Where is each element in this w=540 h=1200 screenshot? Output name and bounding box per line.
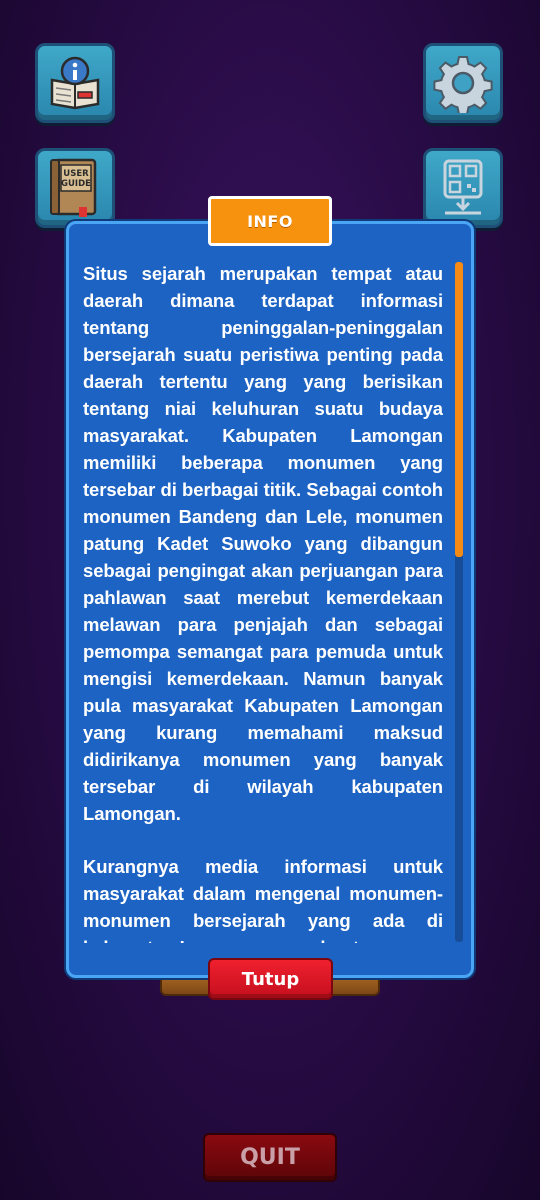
info-paragraph-2: Kurangnya media informasi untuk masyarak…	[83, 856, 443, 943]
user-guide-button[interactable]: USER GUIDE	[35, 148, 115, 228]
info-paragraph-1: Situs sejarah merupakan tempat atau daer…	[83, 263, 443, 824]
scrollbar-thumb[interactable]	[455, 262, 463, 557]
qr-download-button[interactable]	[423, 148, 503, 228]
settings-button[interactable]	[423, 43, 503, 123]
user-guide-book-icon: USER GUIDE	[49, 157, 101, 219]
info-text-scroll-area[interactable]: Situs sejarah merupakan tempat atau daer…	[83, 260, 443, 943]
info-dialog-title: INFO	[208, 196, 332, 246]
guide-label-line1: USER	[63, 169, 89, 179]
guide-label-line2: GUIDE	[61, 179, 91, 189]
qr-download-icon	[437, 157, 489, 219]
info-dialog: Situs sejarah merupakan tempat atau daer…	[66, 221, 474, 978]
scrollbar-track[interactable]	[455, 262, 463, 942]
close-button[interactable]: Tutup	[208, 958, 333, 1000]
quit-button[interactable]: QUIT	[203, 1133, 337, 1182]
info-button[interactable]	[35, 43, 115, 123]
info-book-icon	[46, 54, 104, 112]
gear-icon	[433, 53, 493, 113]
